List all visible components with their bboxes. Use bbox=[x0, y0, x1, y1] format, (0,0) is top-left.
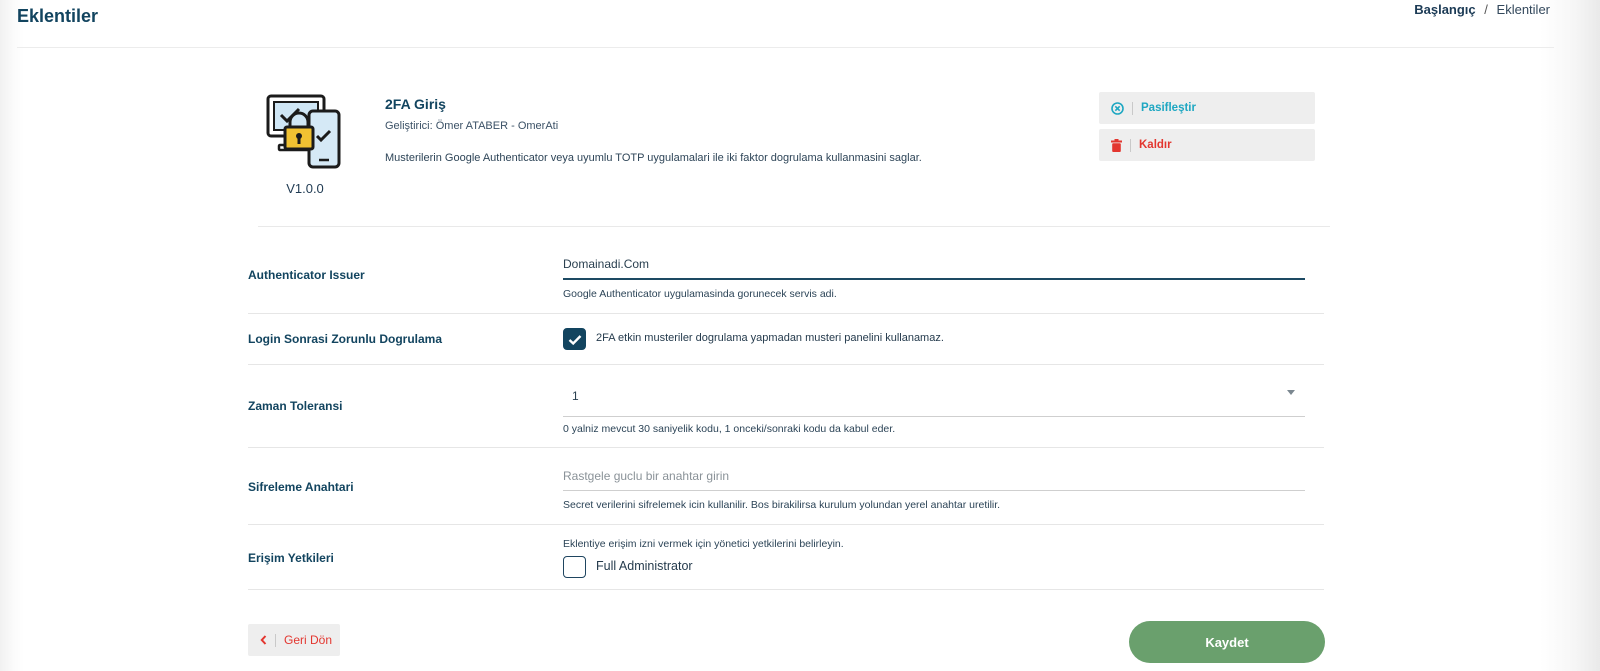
plugin-description: Musterilerin Google Authenticator veya u… bbox=[385, 152, 922, 164]
full-administrator-label: Full Administrator bbox=[596, 559, 693, 573]
issuer-help: Google Authenticator uygulamasinda gorun… bbox=[563, 288, 837, 300]
header-divider bbox=[17, 47, 1554, 48]
remove-button[interactable]: Kaldır bbox=[1099, 129, 1315, 161]
time-tolerance-help: 0 yalniz mevcut 30 saniyelik kodu, 1 onc… bbox=[563, 423, 896, 435]
button-separator bbox=[1130, 138, 1131, 152]
plugin-name: 2FA Giriş bbox=[385, 96, 446, 112]
time-tolerance-select[interactable]: 1 bbox=[563, 381, 1305, 417]
row-divider bbox=[248, 364, 1324, 365]
plugin-header-divider bbox=[258, 226, 1330, 227]
page-title: Eklentiler bbox=[17, 6, 99, 26]
breadcrumb-current: Eklentiler bbox=[1496, 2, 1550, 17]
plugin-settings-page: Eklentiler Başlangıç / Eklentiler V1.0.0… bbox=[0, 0, 1600, 671]
encryption-key-label: Sifreleme Anahtari bbox=[248, 480, 354, 494]
issuer-label: Authenticator Issuer bbox=[248, 268, 365, 282]
row-divider bbox=[248, 524, 1324, 525]
row-divider bbox=[248, 313, 1324, 314]
chevron-left-icon bbox=[260, 635, 267, 645]
row-divider bbox=[248, 447, 1324, 448]
access-permissions-help: Eklentiye erişim izni vermek için yöneti… bbox=[563, 538, 844, 550]
remove-label: Kaldır bbox=[1139, 139, 1172, 151]
checkmark-icon bbox=[568, 335, 582, 346]
row-divider bbox=[248, 589, 1324, 590]
back-button[interactable]: Geri Dön bbox=[248, 624, 340, 656]
time-tolerance-value: 1 bbox=[572, 389, 579, 403]
breadcrumb: Başlangıç / Eklentiler bbox=[1414, 2, 1550, 17]
breadcrumb-separator: / bbox=[1484, 2, 1488, 17]
trash-icon bbox=[1111, 138, 1122, 152]
plugin-developer: Geliştirici: Ömer ATABER - OmerAti bbox=[385, 120, 559, 132]
time-tolerance-label: Zaman Toleransi bbox=[248, 399, 343, 413]
button-separator bbox=[275, 633, 276, 647]
deactivate-label: Pasifleştir bbox=[1141, 102, 1196, 114]
forced-verification-text: 2FA etkin musteriler dogrulama yapmadan … bbox=[596, 332, 944, 344]
full-administrator-checkbox[interactable] bbox=[563, 556, 586, 578]
save-button[interactable]: Kaydet bbox=[1129, 621, 1325, 663]
2fa-devices-lock-icon bbox=[265, 93, 345, 171]
plugin-version: V1.0.0 bbox=[286, 181, 324, 196]
deactivate-button[interactable]: Pasifleştir bbox=[1099, 92, 1315, 124]
access-permissions-label: Erişim Yetkileri bbox=[248, 551, 334, 565]
circle-x-icon bbox=[1111, 101, 1124, 115]
forced-verification-label: Login Sonrasi Zorunlu Dogrulama bbox=[248, 332, 443, 346]
encryption-key-input[interactable] bbox=[563, 461, 1305, 491]
button-separator bbox=[1132, 101, 1133, 115]
back-label: Geri Dön bbox=[284, 633, 333, 647]
encryption-key-help: Secret verilerini sifrelemek icin kullan… bbox=[563, 499, 1001, 511]
chevron-down-icon bbox=[1287, 390, 1295, 395]
forced-verification-checkbox[interactable] bbox=[563, 328, 586, 350]
issuer-input[interactable] bbox=[563, 250, 1305, 280]
breadcrumb-home-link[interactable]: Başlangıç bbox=[1414, 2, 1475, 17]
